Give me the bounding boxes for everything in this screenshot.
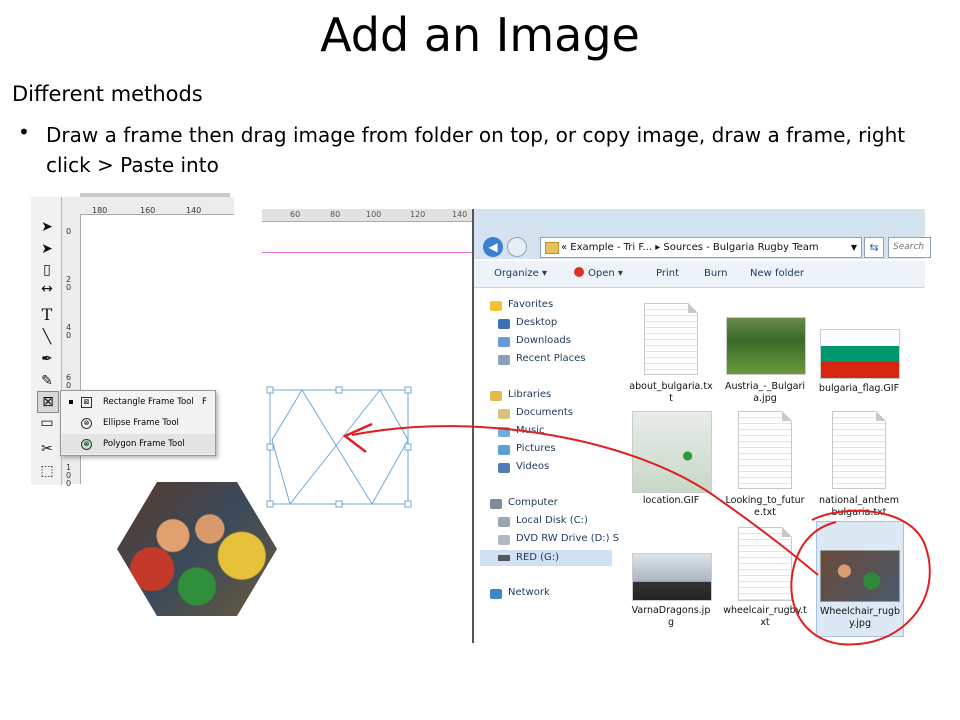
highlight-circle bbox=[790, 509, 931, 646]
arrow-head-icon bbox=[342, 422, 373, 453]
annotation-overlay bbox=[342, 422, 931, 646]
drag-arrow-line bbox=[351, 425, 819, 576]
